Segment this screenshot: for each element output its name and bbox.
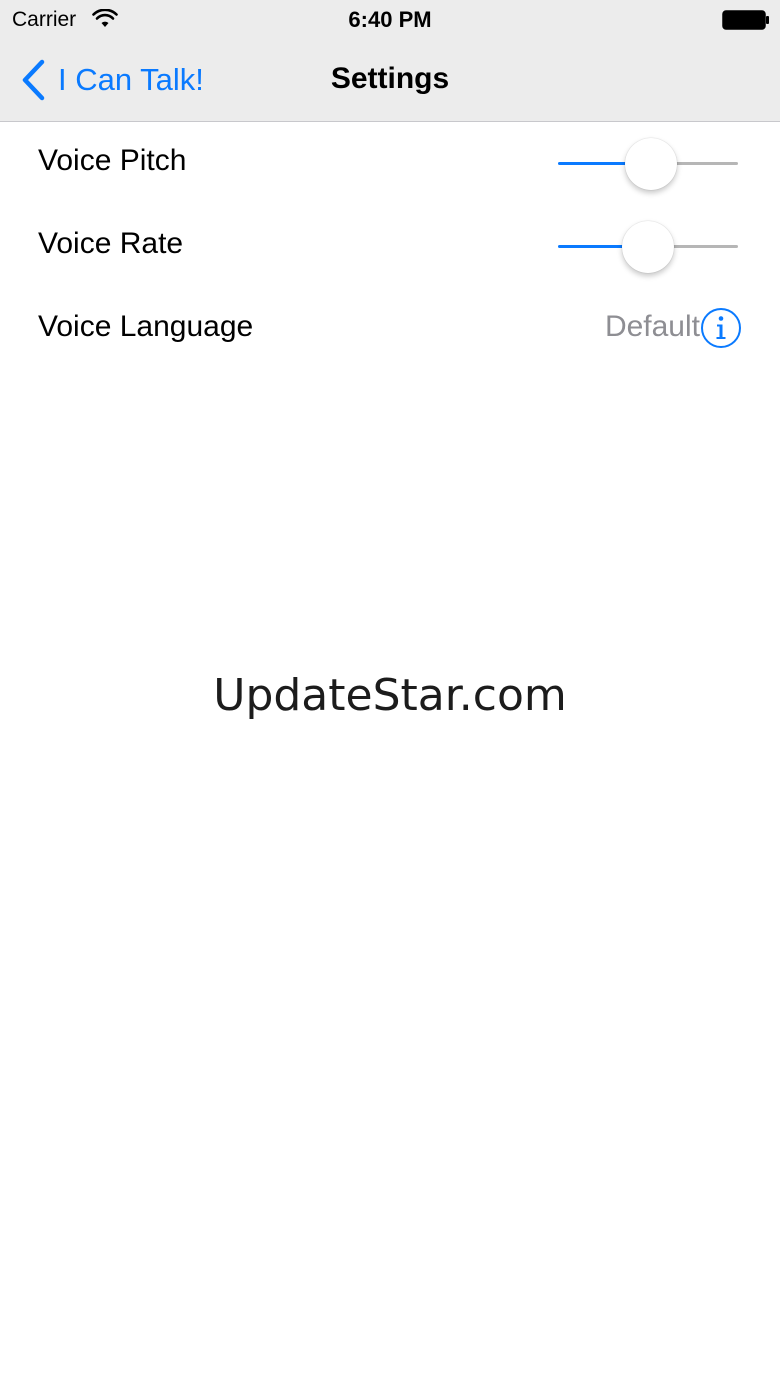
navigation-bar: I Can Talk! Settings: [0, 40, 780, 122]
voice-language-label: Voice Language: [38, 310, 254, 343]
watermark-text: UpdateStar.com: [213, 670, 567, 721]
status-bar: Carrier 6:40 PM: [0, 0, 780, 40]
info-icon[interactable]: [700, 307, 742, 349]
voice-pitch-slider[interactable]: [558, 136, 738, 192]
clock: 6:40 PM: [348, 7, 432, 32]
voice-rate-slider-thumb[interactable]: [622, 221, 674, 273]
header: Carrier 6:40 PM I Can Talk! Settings: [0, 0, 780, 122]
page-title: Settings: [330, 62, 450, 95]
voice-rate-slider[interactable]: [558, 219, 738, 275]
voice-pitch-label: Voice Pitch: [38, 144, 187, 177]
voice-language-value: Default: [604, 310, 700, 343]
battery-full-icon: [722, 10, 769, 30]
voice-pitch-row: Voice Pitch: [0, 122, 780, 205]
voice-pitch-slider-thumb[interactable]: [624, 138, 677, 190]
voice-rate-row: Voice Rate: [0, 205, 780, 288]
settings-screen: Carrier 6:40 PM I Can Talk! Settings Voi…: [0, 0, 780, 1387]
voice-language-row[interactable]: Voice Language Default: [0, 288, 780, 371]
voice-rate-label: Voice Rate: [38, 227, 184, 260]
